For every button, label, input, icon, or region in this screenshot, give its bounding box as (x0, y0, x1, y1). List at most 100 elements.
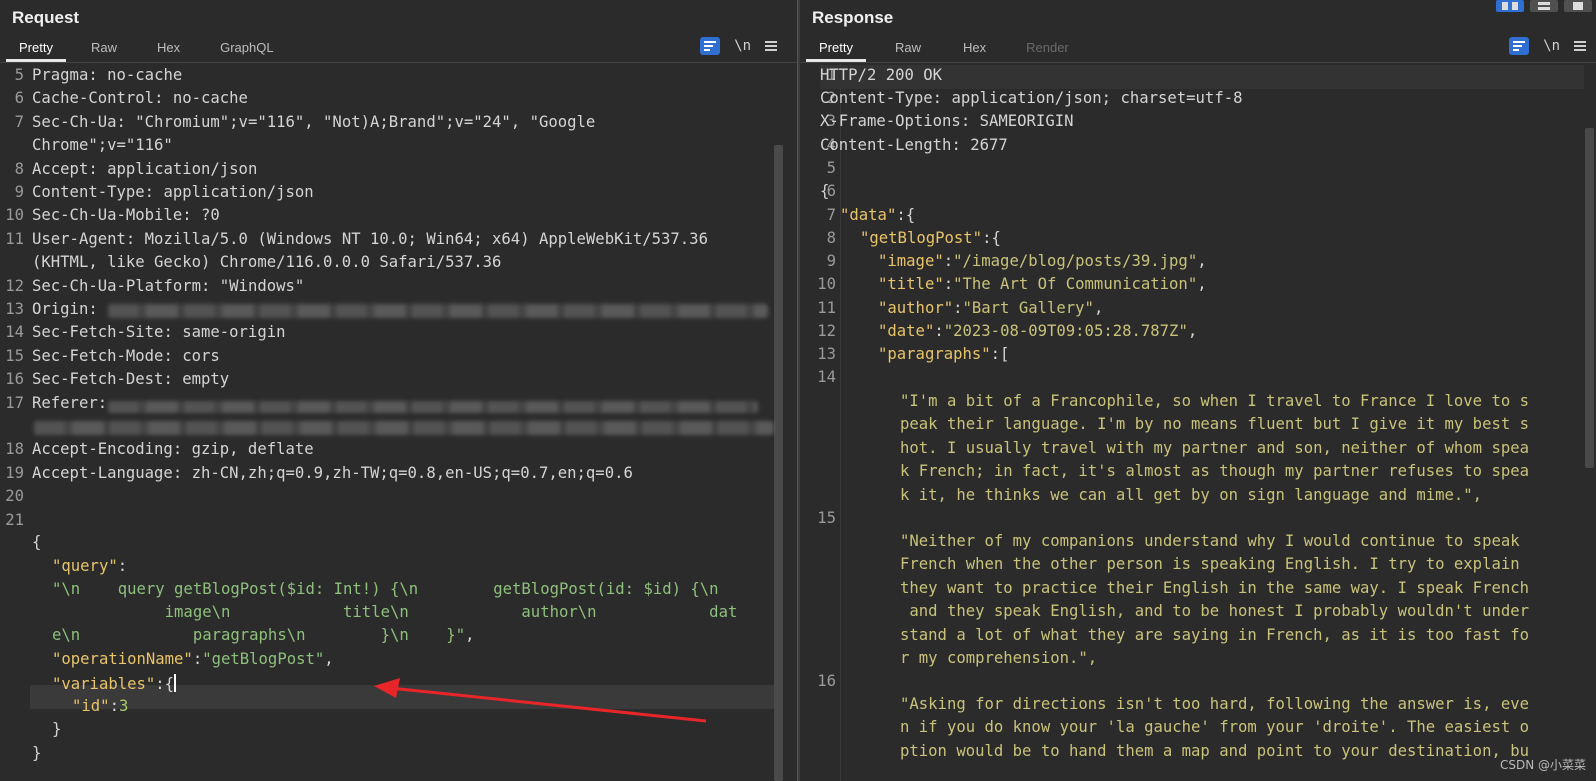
paragraph-line: n if you do know your 'la gauche' from y… (900, 718, 1530, 737)
line-number: 9 (14, 183, 24, 201)
date-value: "2023-08-09T09:05:28.787Z" (943, 322, 1188, 340)
header-value: zh-CN,zh;q=0.9,zh-TW;q=0.8,en-US;q=0.7,e… (182, 463, 633, 482)
line-number: 11 (817, 299, 836, 317)
header-value: same-origin (172, 323, 286, 342)
newline-toggle-button[interactable]: \n (734, 38, 751, 54)
line-number: 6 (826, 182, 836, 200)
header-line: Pragma: no-cache (32, 66, 183, 84)
line-number: 12 (5, 276, 24, 295)
line-number: 18 (5, 440, 24, 459)
line-number: 15 (5, 346, 24, 365)
paragraph-line: they want to practice their English in t… (900, 578, 1530, 597)
header-key: X-Frame-Options (820, 112, 961, 130)
header-key: Pragma (32, 66, 89, 84)
response-scrollbar[interactable] (1585, 128, 1594, 468)
line-number: 6 (14, 89, 24, 108)
header-key: Content-Type (32, 183, 145, 201)
json-key-query: "query" (52, 557, 118, 575)
line-number: 8 (14, 159, 24, 178)
title-value: "The Art Of Communication" (953, 275, 1198, 293)
header-line: Accept: application/json (32, 159, 258, 178)
json-key-date: "date" (878, 322, 935, 340)
line-number: 20 (5, 487, 24, 506)
json-brace-close: } (32, 744, 42, 762)
request-scrollbar[interactable] (774, 145, 783, 781)
layout-single-icon[interactable] (1564, 0, 1592, 12)
request-editor[interactable]: 5 Pragma: no-cache 6 Cache-Control: no-cach… (0, 64, 797, 781)
line-number: 10 (817, 275, 836, 293)
header-value: cors (172, 346, 220, 365)
layout-stacked-icon[interactable] (1530, 0, 1558, 12)
operation-name-value: "getBlogPost" (202, 650, 325, 668)
tab-hex[interactable]: Hex (950, 37, 999, 61)
paragraph-line: "Asking for directions isn't too hard, f… (900, 695, 1530, 713)
id-value: 3 (118, 697, 129, 715)
newline-toggle-button[interactable]: \n (1543, 38, 1560, 54)
layout-side-by-side-icon[interactable] (1496, 0, 1524, 12)
line-number: 17 (5, 393, 24, 412)
request-toolbar: \n (700, 37, 777, 55)
header-value: SAMEORIGIN (970, 112, 1074, 130)
response-toolbar: \n (1509, 37, 1586, 55)
json-key-author: "author" (878, 299, 954, 317)
header-key: Content-Length (820, 136, 952, 154)
paragraph-line: "Neither of my companions understand why… (900, 532, 1520, 550)
menu-icon[interactable] (765, 41, 777, 51)
header-line: Content-Type: application/json (32, 183, 314, 201)
tab-pretty[interactable]: Pretty (6, 37, 66, 62)
line-number: 16 (5, 370, 24, 389)
header-line: Sec-Fetch-Dest: empty (32, 370, 230, 389)
request-tabs: Pretty Raw Hex GraphQL (6, 37, 287, 62)
paragraph-line: r my comprehension.", (900, 649, 1098, 667)
header-value: application/json; charset=utf-8 (942, 89, 1243, 107)
header-value: no-cache (163, 89, 248, 108)
tab-raw[interactable]: Raw (78, 37, 130, 61)
header-key: Sec-Fetch-Mode (32, 346, 164, 365)
header-line: Referer: (32, 394, 117, 412)
header-key: Sec-Ch-Ua-Mobile (32, 206, 183, 225)
header-line: Sec-Ch-Ua-Mobile: ?0 (32, 206, 220, 225)
json-key-image: "image" (878, 252, 944, 270)
line-number: 16 (817, 672, 836, 690)
paragraph-line: ption would be to hand them a map and po… (900, 741, 1530, 760)
json-key-variables: "variables" (52, 675, 156, 693)
response-editor[interactable]: 1 2 3 4 5 6 7 8 9 10 11 12 13 14 15 16 HTTP/2 200 OK Co… (800, 64, 1596, 781)
paragraph-line: and they speak English, and to be honest… (900, 602, 1530, 621)
json-key-title: "title" (878, 275, 944, 293)
paragraph-line: "I'm a bit of a Francophile, so when I t… (900, 392, 1530, 410)
header-value: "Windows" (210, 276, 305, 295)
request-title: Request (12, 8, 80, 27)
header-key: Accept (32, 159, 89, 178)
header-key: Accept-Language (32, 463, 173, 482)
header-key: Sec-Fetch-Dest (32, 370, 164, 389)
header-key: Sec-Fetch-Site (32, 323, 164, 342)
line-number: 21 (5, 510, 24, 529)
tab-pretty[interactable]: Pretty (806, 37, 866, 62)
tab-raw[interactable]: Raw (882, 37, 934, 61)
json-key-operation-name: "operationName" (52, 650, 193, 668)
word-wrap-icon[interactable] (700, 37, 721, 55)
image-value: "/image/blog/posts/39.jpg" (953, 252, 1198, 270)
header-line: Sec-Fetch-Site: same-origin (32, 323, 286, 342)
menu-icon[interactable] (1574, 41, 1586, 51)
json-key-paragraphs: "paragraphs" (878, 345, 991, 363)
header-key: Cache-Control (32, 89, 155, 108)
request-panel: Request Pretty Raw Hex GraphQL \n 5 Pragm… (0, 0, 797, 781)
word-wrap-icon[interactable] (1509, 37, 1530, 55)
header-line: User-Agent: Mozilla/5.0 (Windows NT 10.0… (32, 229, 708, 248)
line-number: 14 (817, 368, 836, 386)
tab-render: Render (1026, 40, 1069, 55)
header-value: ?0 (191, 206, 220, 225)
paragraph-line: stand a lot of what they are saying in F… (900, 625, 1530, 644)
header-key: User-Agent (32, 229, 126, 248)
header-key: Content-Type (820, 89, 933, 107)
header-value-wrap: (KHTML, like Gecko) Chrome/116.0.0.0 Saf… (32, 253, 502, 272)
line-number: 5 (826, 159, 836, 177)
line-number: 14 (5, 323, 24, 342)
json-brace: { (32, 533, 42, 551)
tab-hex[interactable]: Hex (144, 37, 193, 61)
tab-graphql[interactable]: GraphQL (207, 37, 286, 61)
line-number: 7 (826, 206, 836, 224)
paragraph-line: hot. I usually travel with my partner an… (900, 438, 1530, 457)
status-line: HTTP/2 200 OK (820, 66, 943, 84)
